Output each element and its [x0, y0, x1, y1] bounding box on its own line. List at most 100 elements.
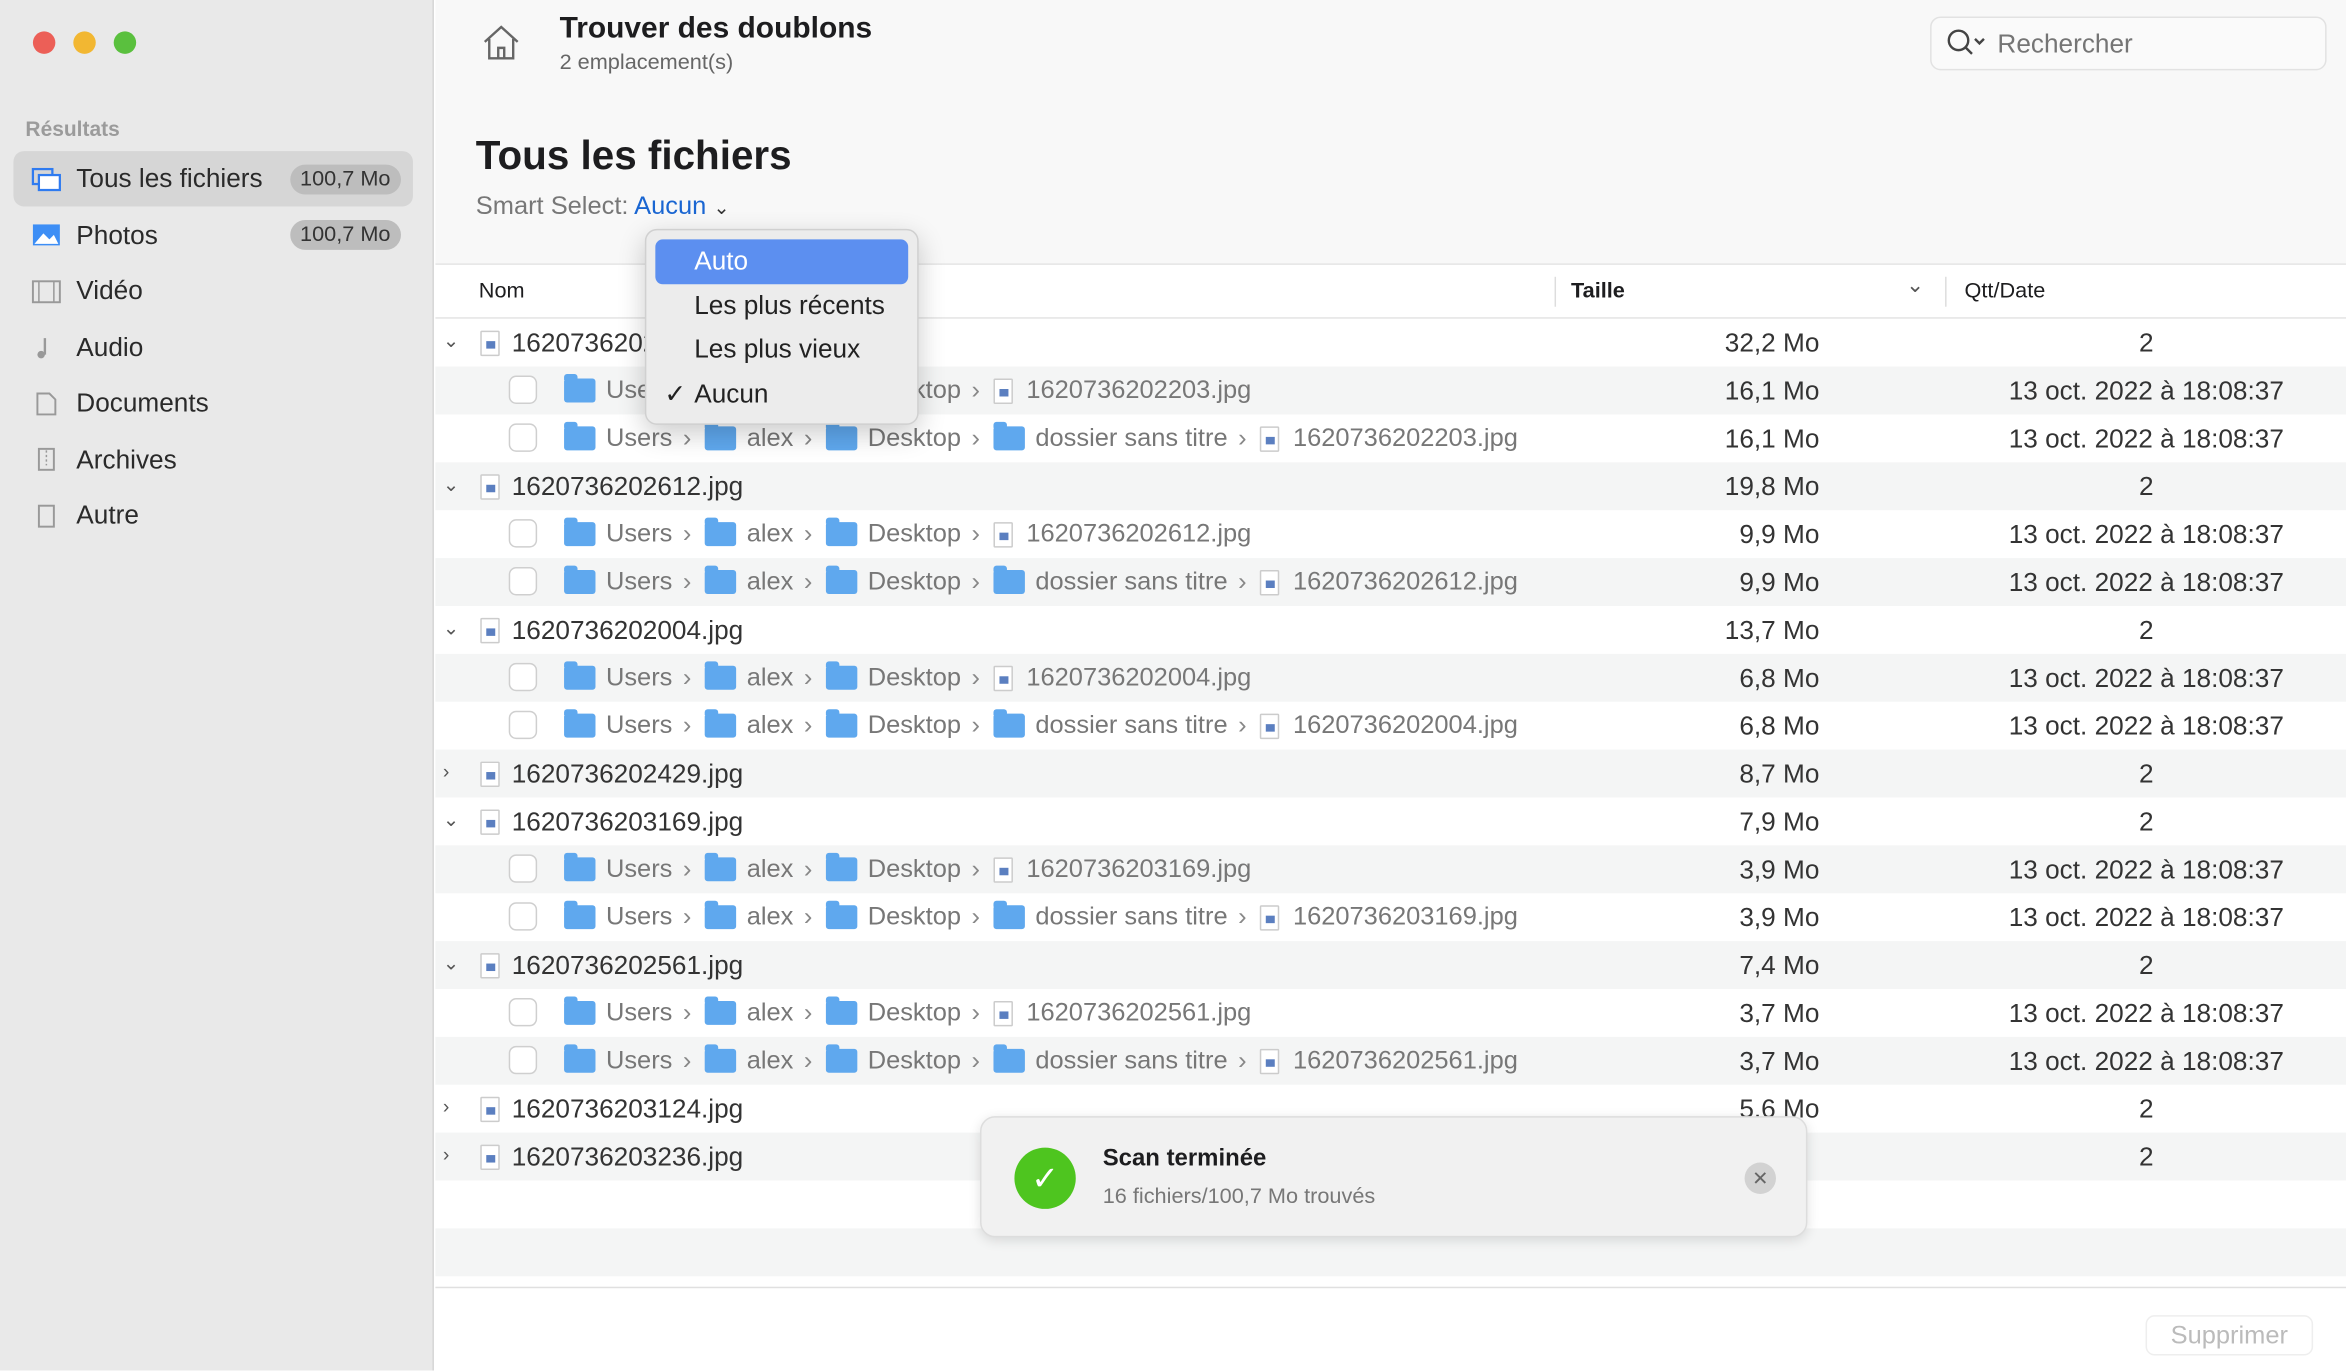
- chevron-right-icon[interactable]: ›: [443, 760, 464, 782]
- sort-chevron-icon[interactable]: ⌄: [1906, 274, 1924, 298]
- path-segment[interactable]: dossier sans titre: [1035, 711, 1227, 741]
- path-segment[interactable]: Desktop: [868, 902, 961, 932]
- select-checkbox[interactable]: [508, 423, 538, 452]
- path-segment[interactable]: Desktop: [868, 663, 961, 693]
- file-path: Users › alex › Desktop › dossier sans titre › 16…: [564, 709, 1518, 741]
- file-path: Users › alex › Desktop › dossier sans titre › 16…: [564, 565, 1518, 597]
- path-segment[interactable]: alex: [747, 663, 794, 693]
- search-field[interactable]: [1930, 16, 2327, 71]
- path-segment[interactable]: alex: [747, 998, 794, 1028]
- file-row[interactable]: Users › alex › Desktop › 1620736202612.jpg 9,9…: [435, 510, 2346, 558]
- path-segment[interactable]: alex: [747, 423, 794, 453]
- sidebar-item-2[interactable]: Vidéo: [13, 263, 412, 318]
- sidebar-item-6[interactable]: Autre: [13, 488, 412, 543]
- sidebar-item-3[interactable]: Audio: [13, 319, 412, 374]
- path-segment[interactable]: Users: [606, 1046, 672, 1076]
- smart-select-dropdown[interactable]: Aucun: [634, 192, 706, 220]
- sidebar-item-1[interactable]: Photos 100,7 Mo: [13, 207, 412, 262]
- sidebar-item-0[interactable]: Tous les fichiers 100,7 Mo: [13, 151, 413, 207]
- file-name: 1620736202004.jpg: [1292, 710, 1518, 740]
- close-window-button[interactable]: [32, 31, 56, 54]
- sidebar-item-5[interactable]: Archives: [13, 432, 412, 487]
- path-segment[interactable]: dossier sans titre: [1035, 902, 1227, 932]
- path-segment[interactable]: Desktop: [868, 854, 961, 884]
- select-checkbox[interactable]: [508, 567, 538, 596]
- path-segment[interactable]: alex: [747, 711, 794, 741]
- group-row[interactable]: ⌄ 1620736203169.jpg 7,9 Mo 2: [435, 797, 2346, 845]
- file-name: 1620736202561.jpg: [1292, 1045, 1518, 1075]
- group-row[interactable]: ⌄ 1620736202612.jpg 19,8 Mo 2: [435, 462, 2346, 511]
- folder-icon: [825, 1044, 858, 1073]
- select-checkbox[interactable]: [508, 854, 538, 883]
- file-row[interactable]: Users › alex › Desktop › dossier sans titre › 16…: [435, 558, 2346, 606]
- path-segment[interactable]: Desktop: [868, 519, 961, 549]
- path-segment[interactable]: Desktop: [868, 711, 961, 741]
- delete-button[interactable]: Supprimer: [2145, 1315, 2314, 1356]
- footer: Supprimer: [435, 1286, 2346, 1371]
- chevron-down-icon[interactable]: ⌄: [443, 473, 464, 495]
- path-segment[interactable]: Users: [606, 423, 672, 453]
- group-row[interactable]: › 1620736202429.jpg 8,7 Mo 2: [435, 749, 2346, 798]
- select-checkbox[interactable]: [508, 710, 538, 740]
- jpg-file-icon: [1260, 904, 1280, 930]
- chevron-down-icon[interactable]: ⌄: [443, 808, 464, 830]
- select-checkbox[interactable]: [508, 519, 538, 548]
- path-segment[interactable]: alex: [747, 1046, 794, 1076]
- search-input[interactable]: [1997, 27, 2297, 60]
- menu-item-2[interactable]: Les plus vieux: [655, 328, 908, 372]
- minimize-window-button[interactable]: [73, 31, 96, 54]
- path-segment[interactable]: Desktop: [868, 423, 961, 453]
- file-row[interactable]: Users › alex › Desktop › dossier sans titre › 16…: [435, 702, 2346, 750]
- path-segment[interactable]: alex: [747, 519, 794, 549]
- chevron-right-icon[interactable]: ›: [443, 1143, 464, 1165]
- path-segment[interactable]: Users: [606, 567, 672, 597]
- home-icon[interactable]: [480, 22, 522, 61]
- column-qty-date[interactable]: Qtt/Date: [1965, 280, 2046, 304]
- chevron-down-icon[interactable]: ⌄: [443, 952, 464, 974]
- file-row[interactable]: Users › alex › Desktop › dossier sans titre › 16…: [435, 1036, 2346, 1085]
- jpg-file-icon: [1260, 1048, 1280, 1074]
- sidebar-item-4[interactable]: Documents: [13, 376, 412, 431]
- select-checkbox[interactable]: [508, 997, 538, 1027]
- path-segment[interactable]: Users: [606, 519, 672, 549]
- path-segment[interactable]: Users: [606, 854, 672, 884]
- toast-message: 16 fichiers/100,7 Mo trouvés: [1102, 1184, 1376, 1209]
- path-segment[interactable]: dossier sans titre: [1035, 423, 1227, 453]
- select-checkbox[interactable]: [508, 1045, 538, 1075]
- chevron-down-icon[interactable]: ⌄: [443, 616, 464, 638]
- select-checkbox[interactable]: [508, 662, 538, 692]
- path-segment[interactable]: Desktop: [868, 567, 961, 597]
- menu-item-1[interactable]: Les plus récents: [655, 284, 908, 328]
- file-row[interactable]: Users › alex › Desktop › 1620736203169.jpg 3,9…: [435, 845, 2346, 894]
- menu-item-0[interactable]: Auto: [655, 239, 909, 284]
- column-size[interactable]: Taille: [1571, 280, 1625, 304]
- group-row[interactable]: ⌄ 1620736202561.jpg 7,4 Mo 2: [435, 941, 2346, 989]
- path-segment[interactable]: dossier sans titre: [1035, 1046, 1227, 1076]
- smart-select: Smart Select: Aucun ⌄: [476, 192, 730, 222]
- close-toast-button[interactable]: ✕: [1744, 1162, 1776, 1194]
- chevron-right-icon[interactable]: ›: [443, 1095, 464, 1117]
- path-segment[interactable]: Users: [606, 663, 672, 693]
- column-name[interactable]: Nom: [479, 280, 525, 304]
- maximize-window-button[interactable]: [113, 31, 137, 54]
- file-row[interactable]: Users › alex › Desktop › dossier sans titre › 16…: [435, 893, 2346, 941]
- path-segment[interactable]: dossier sans titre: [1035, 567, 1227, 597]
- smart-select-label: Smart Select:: [475, 191, 629, 220]
- path-segment[interactable]: Users: [606, 902, 672, 932]
- chevron-down-icon[interactable]: ⌄: [443, 329, 464, 351]
- file-row[interactable]: Users › alex › Desktop › 1620736202004.jpg 6,8…: [435, 653, 2346, 702]
- path-segment[interactable]: alex: [747, 902, 794, 932]
- file-row[interactable]: Users › alex › Desktop › 1620736202561.jpg 3,7…: [435, 989, 2346, 1037]
- menu-item-3[interactable]: ✓ Aucun: [655, 372, 908, 416]
- path-segment[interactable]: alex: [747, 567, 794, 597]
- select-checkbox[interactable]: [508, 375, 538, 404]
- chevron-down-icon[interactable]: ⌄: [713, 196, 729, 218]
- path-segment[interactable]: Desktop: [868, 998, 961, 1028]
- path-segment[interactable]: Users: [606, 998, 672, 1028]
- path-segment[interactable]: Desktop: [868, 1046, 961, 1076]
- group-row[interactable]: ⌄ 1620736202004.jpg 13,7 Mo 2: [435, 606, 2346, 654]
- path-segment[interactable]: Users: [606, 711, 672, 741]
- select-checkbox[interactable]: [508, 902, 538, 931]
- path-segment[interactable]: alex: [747, 854, 794, 884]
- folder-icon: [825, 661, 858, 690]
